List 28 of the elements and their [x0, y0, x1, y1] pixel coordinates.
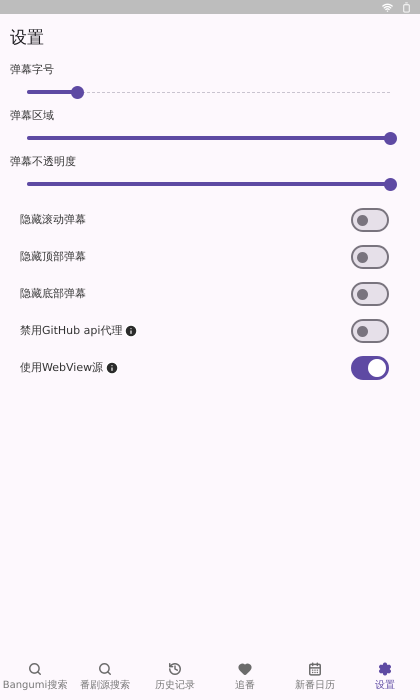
setting-label: 禁用GitHub api代理	[20, 322, 122, 339]
toggle-switch[interactable]	[351, 208, 389, 232]
heart-icon	[238, 662, 252, 676]
setting-label: 隐藏底部弹幕	[20, 286, 86, 302]
nav-tab[interactable]: 番剧源搜索	[70, 656, 140, 698]
toggle-switch[interactable]	[351, 282, 389, 306]
toggle-switch[interactable]	[351, 245, 389, 269]
search-icon	[28, 662, 42, 676]
nav-tab[interactable]: 新番日历	[280, 656, 350, 698]
page-title: 设置	[10, 28, 44, 48]
info-icon[interactable]	[124, 324, 138, 338]
slider-label: 弹幕字号	[10, 62, 54, 78]
wifi-icon	[382, 2, 393, 12]
setting-label: 隐藏顶部弹幕	[20, 248, 86, 265]
nav-tab[interactable]: 历史记录	[140, 656, 210, 698]
toggle-switch[interactable]	[351, 319, 389, 343]
history-icon	[168, 662, 182, 676]
nav-tab[interactable]: 设置	[350, 656, 420, 698]
slider-label: 弹幕不透明度	[10, 154, 76, 170]
calendar-icon	[308, 662, 322, 676]
nav-tab[interactable]: 追番	[210, 656, 280, 698]
setting-label: 使用WebView源	[20, 360, 104, 376]
setting-label: 隐藏滚动弹幕	[20, 212, 86, 228]
nav-tab[interactable]: Bangumi搜索	[0, 656, 70, 698]
search-icon	[98, 662, 112, 676]
toggle-switch[interactable]	[351, 356, 389, 380]
slider-label: 弹幕区域	[10, 108, 54, 124]
info-icon[interactable]	[105, 361, 120, 375]
